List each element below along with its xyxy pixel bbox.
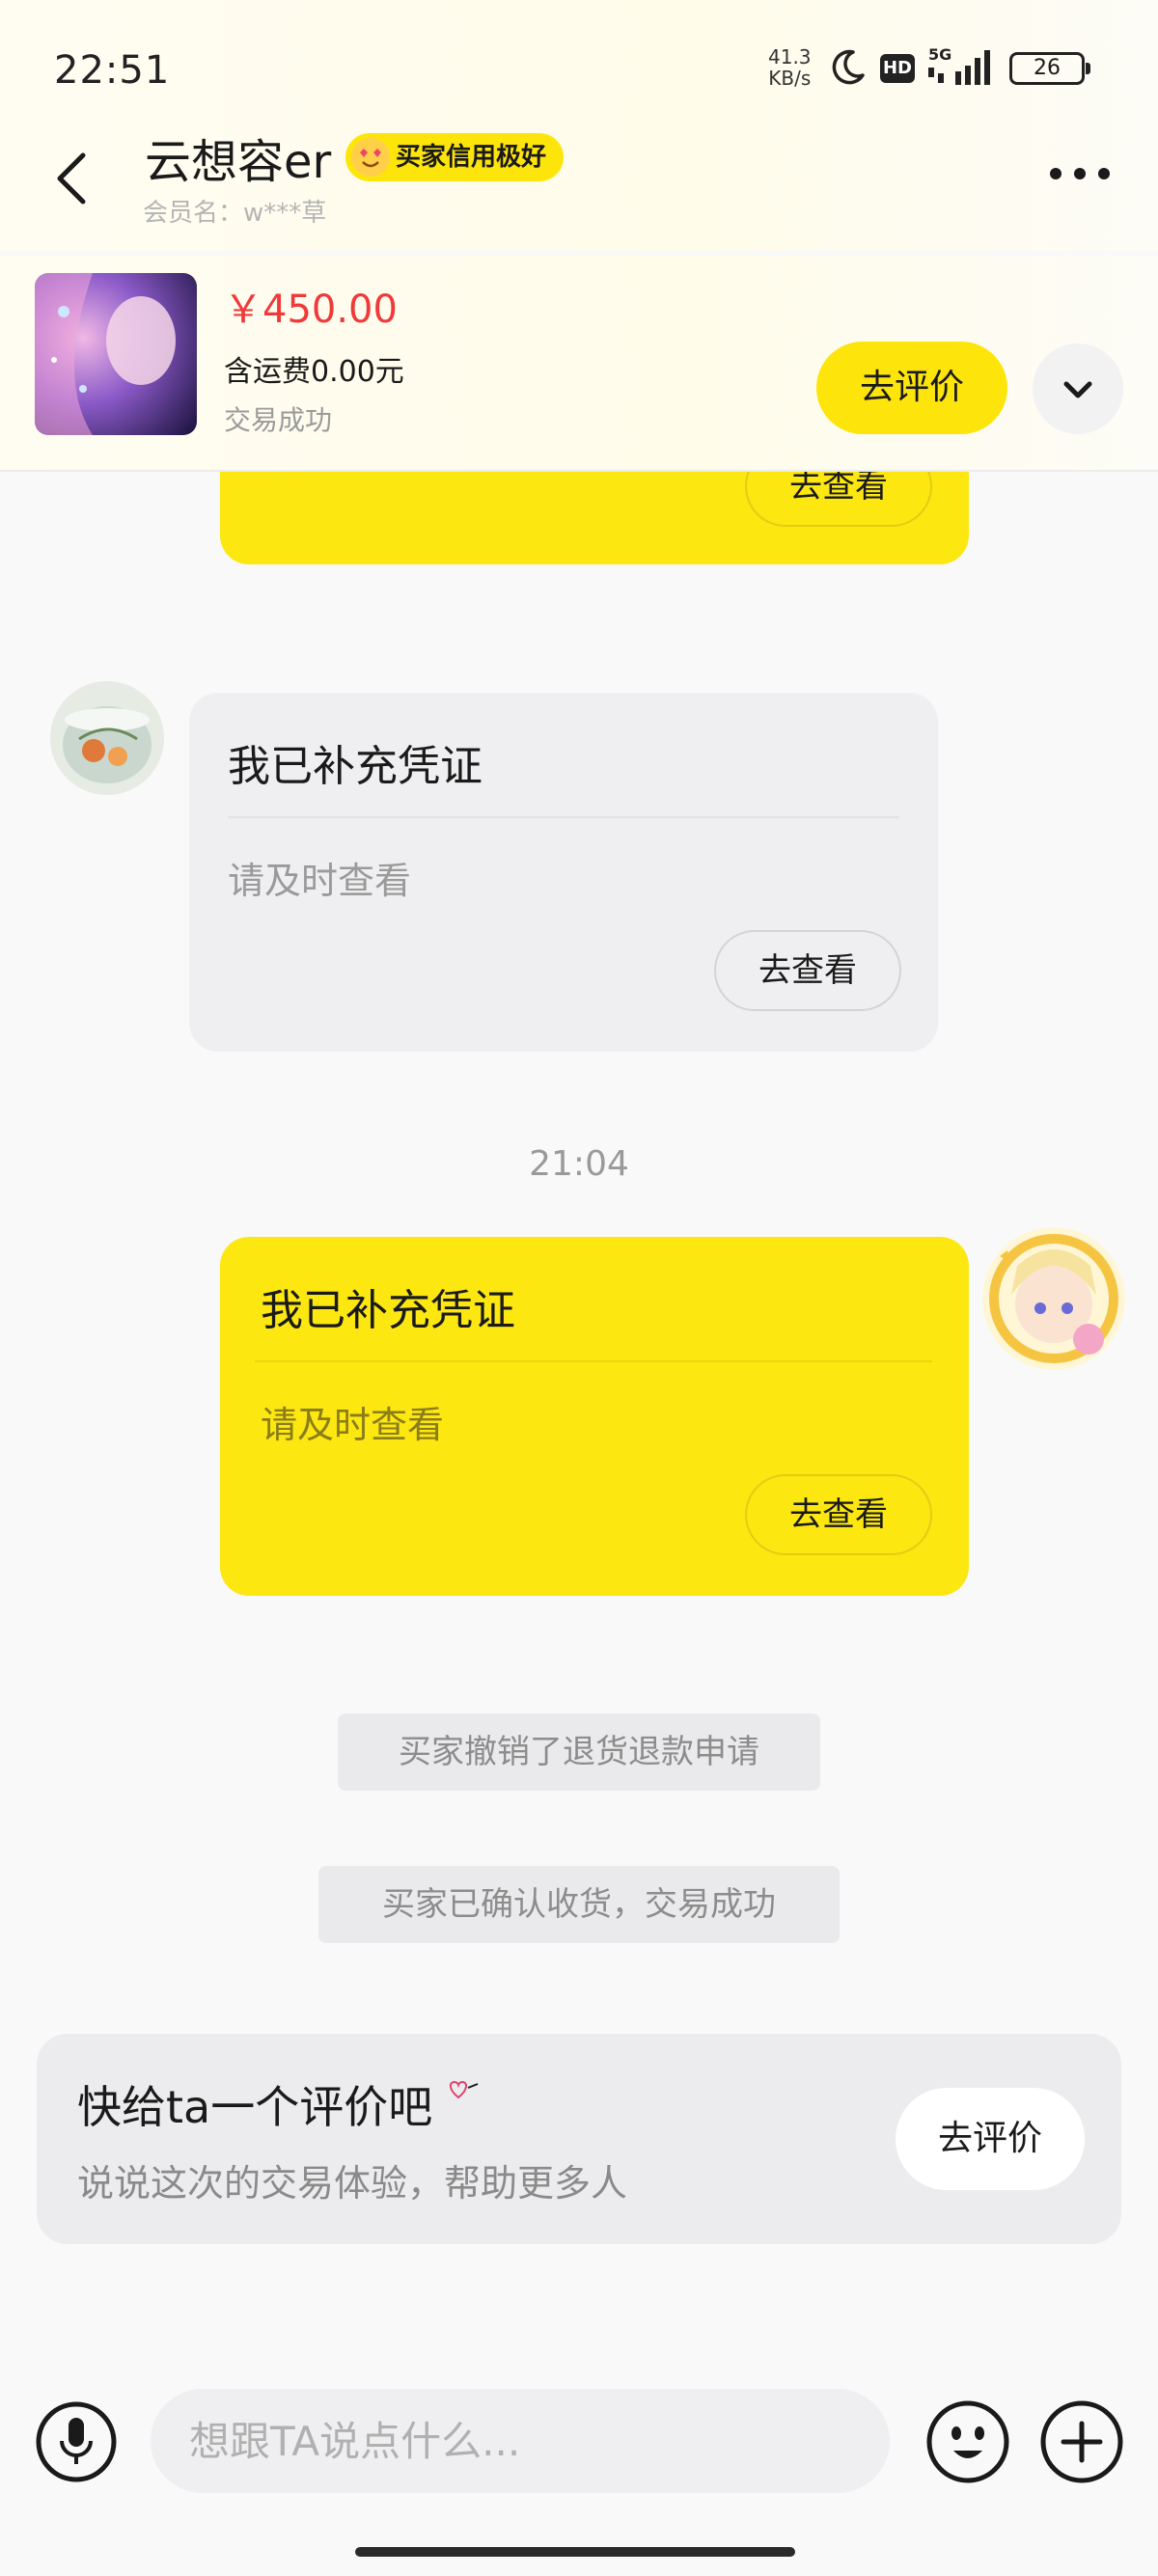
chat-title: 云想容er	[145, 135, 332, 189]
write-review-button[interactable]: 去评价	[896, 2088, 1085, 2190]
heart-eyes-emoji-icon	[351, 138, 390, 177]
shipping-fee: 含运费0.00元	[224, 355, 404, 389]
message-timestamp: 21:04	[529, 1144, 629, 1184]
product-thumbnail[interactable]	[35, 273, 197, 435]
message-title: 我已补充凭证	[261, 1286, 515, 1335]
review-prompt-subtitle: 说说这次的交易体验，帮助更多人	[77, 2162, 628, 2205]
plus-icon[interactable]	[1038, 2398, 1125, 2485]
message-input[interactable]	[151, 2389, 890, 2493]
status-time: 22:51	[54, 48, 171, 93]
message-divider	[255, 1360, 932, 1362]
review-prompt-title: 快给ta一个评价吧	[77, 2072, 480, 2136]
network-speed: 41.3 KB/s	[768, 46, 812, 89]
member-name: 会员名：w***草	[143, 199, 327, 228]
more-options-icon[interactable]	[1046, 154, 1114, 193]
credit-badge: 买家信用极好	[345, 133, 565, 181]
trade-status: 交易成功	[224, 404, 333, 436]
emoji-icon[interactable]	[924, 2398, 1011, 2485]
network-speed-unit: KB/s	[768, 67, 812, 90]
message-title: 我已补充凭证	[228, 742, 482, 791]
hd-icon: HD	[880, 54, 915, 83]
review-prompt-title-text: 快给ta一个评价吧	[77, 2081, 433, 2133]
battery-icon: 26	[1009, 52, 1090, 85]
system-tip: 买家撤销了退货退款申请	[338, 1713, 820, 1791]
system-tip: 买家已确认收货，交易成功	[318, 1866, 840, 1943]
message-subtitle: 请及时查看	[261, 1404, 445, 1446]
signal-icon: 5G	[928, 45, 990, 85]
seller-avatar[interactable]	[50, 681, 164, 795]
network-type: 5G	[928, 45, 951, 64]
view-voucher-button[interactable]: 去查看	[714, 930, 901, 1011]
microphone-icon[interactable]	[35, 2400, 118, 2483]
my-avatar[interactable]	[982, 1227, 1125, 1370]
message-subtitle: 请及时查看	[228, 860, 412, 902]
message-divider	[228, 816, 899, 818]
do-not-disturb-icon	[832, 49, 865, 85]
view-voucher-button[interactable]: 去查看	[745, 1474, 932, 1555]
home-indicator[interactable]	[355, 2547, 795, 2557]
network-speed-value: 41.3	[768, 45, 812, 69]
credit-badge-label: 买家信用极好	[396, 143, 547, 172]
product-price: ￥450.00	[224, 288, 398, 332]
review-button[interactable]: 去评价	[816, 342, 1007, 434]
chevron-down-icon[interactable]	[1033, 343, 1123, 434]
heart-icon	[449, 2080, 479, 2099]
back-icon[interactable]	[39, 140, 106, 217]
battery-level: 26	[1034, 56, 1061, 80]
